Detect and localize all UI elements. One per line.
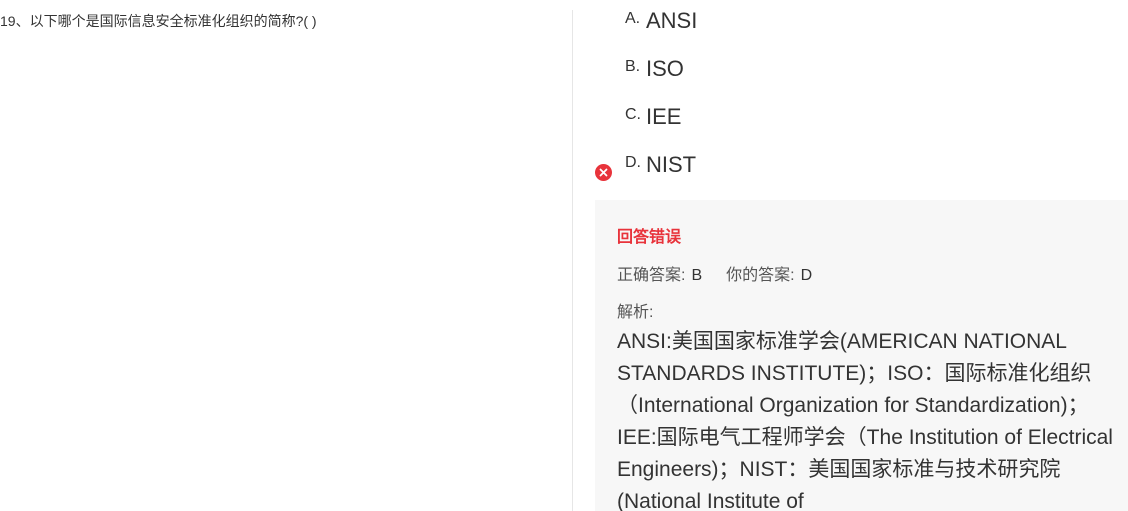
question-text: 19、以下哪个是国际信息安全标准化组织的简称?( ): [0, 13, 317, 29]
options-list: A. ANSI B. ISO C. IEE D. NIST: [593, 0, 1128, 192]
option-letter: B.: [625, 58, 641, 75]
x-circle-icon: [595, 164, 612, 181]
your-answer-label: 你的答案:: [726, 267, 795, 284]
correct-answer-value: B: [691, 267, 703, 284]
option-a[interactable]: A. ANSI: [593, 0, 1128, 48]
option-text: NIST: [646, 152, 697, 177]
option-letter: C.: [625, 106, 641, 123]
option-text: IEE: [646, 104, 682, 129]
option-b[interactable]: B. ISO: [593, 48, 1128, 96]
analysis-label: 解析:: [617, 304, 654, 321]
analysis-text: ANSI:美国国家标准学会(AMERICAN NATIONAL STANDARD…: [617, 330, 1113, 511]
option-letter: D.: [625, 154, 641, 171]
correct-answer-label: 正确答案:: [617, 267, 686, 284]
answer-result-panel: 回答错误 正确答案: B 你的答案: D 解析: ANSI:美国国家标准学会(AMER…: [595, 200, 1128, 511]
result-status: 回答错误: [617, 229, 682, 246]
your-answer-value: D: [800, 267, 813, 284]
column-divider: [572, 10, 573, 511]
option-text: ISO: [646, 56, 684, 81]
option-d[interactable]: D. NIST: [593, 144, 1128, 192]
option-c[interactable]: C. IEE: [593, 96, 1128, 144]
option-text: ANSI: [646, 8, 698, 33]
answers-summary: 正确答案: B 你的答案: D: [617, 261, 812, 285]
option-letter: A.: [625, 10, 641, 27]
